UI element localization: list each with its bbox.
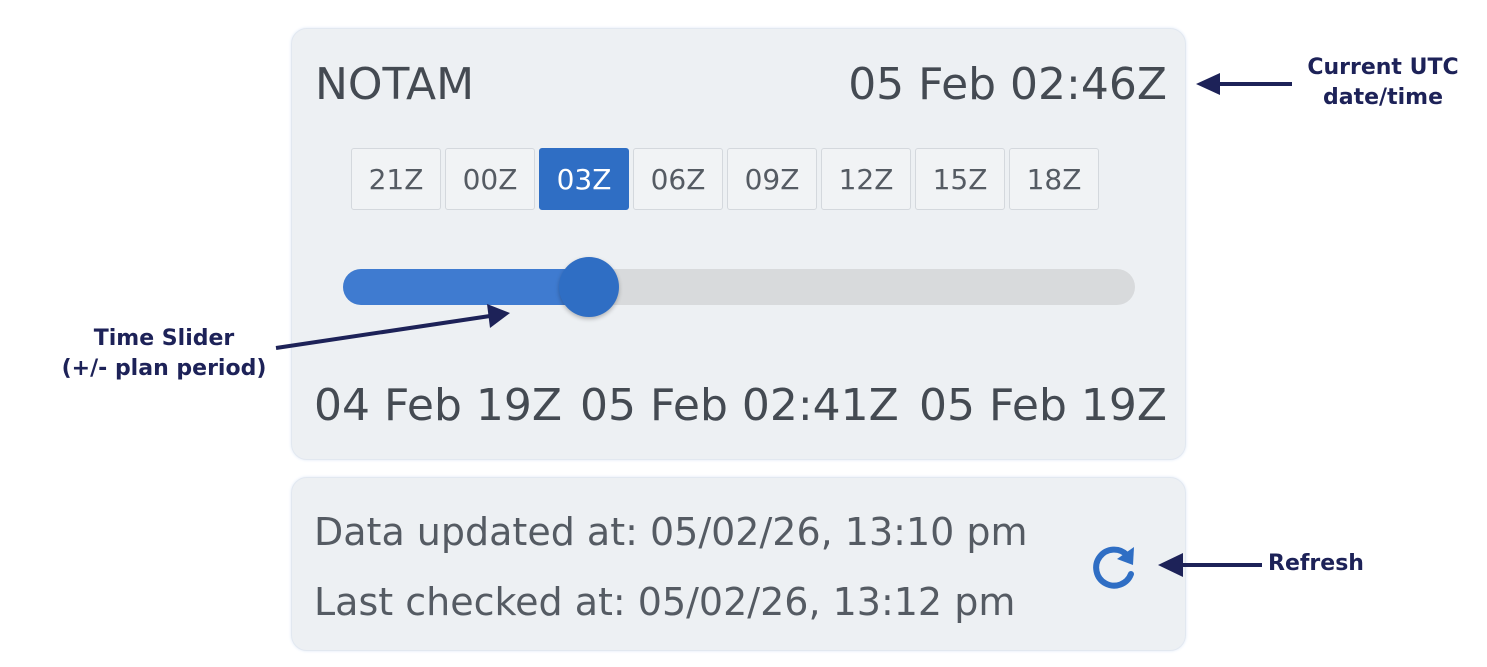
refresh-icon [1093, 546, 1134, 589]
time-button-00z[interactable]: 00Z [445, 148, 535, 210]
time-slider-thumb[interactable] [558, 257, 619, 317]
annotation-time-slider-detail: (+/- plan period) [61, 356, 267, 381]
slider-current-label: 05 Feb 02:41Z [580, 380, 899, 431]
data-status-panel: Data updated at: 05/02/26, 13:10 pm Last… [291, 477, 1186, 651]
current-utc-time: 05 Feb 02:46Z [848, 59, 1167, 110]
refresh-button[interactable] [1087, 540, 1141, 594]
annotation-time-slider: Time Slider (+/- plan period) [48, 324, 280, 384]
time-control-panel: NOTAM 05 Feb 02:46Z 21Z 00Z 03Z 06Z 09Z … [291, 28, 1186, 460]
slider-end-label: 05 Feb 19Z [919, 380, 1167, 431]
time-button-12z[interactable]: 12Z [821, 148, 911, 210]
time-slider-track[interactable] [343, 257, 1135, 317]
annotation-refresh: Refresh [1268, 551, 1364, 576]
time-step-buttons: 21Z 00Z 03Z 06Z 09Z 12Z 15Z 18Z [351, 148, 1099, 210]
annotation-time-slider-title: Time Slider [93, 326, 235, 351]
time-button-09z[interactable]: 09Z [727, 148, 817, 210]
time-button-03z[interactable]: 03Z [539, 148, 629, 210]
time-button-21z[interactable]: 21Z [351, 148, 441, 210]
last-checked-text: Last checked at: 05/02/26, 13:12 pm [314, 580, 1016, 624]
data-updated-text: Data updated at: 05/02/26, 13:10 pm [314, 510, 1028, 554]
annotation-current-utc: Current UTC date/time [1307, 55, 1459, 110]
time-button-18z[interactable]: 18Z [1009, 148, 1099, 210]
arrow-utc-head [1196, 73, 1220, 95]
slider-start-label: 04 Feb 19Z [314, 380, 562, 431]
page-title: NOTAM [315, 59, 475, 110]
time-slider-fill [343, 269, 589, 305]
time-button-06z[interactable]: 06Z [633, 148, 723, 210]
time-button-15z[interactable]: 15Z [915, 148, 1005, 210]
